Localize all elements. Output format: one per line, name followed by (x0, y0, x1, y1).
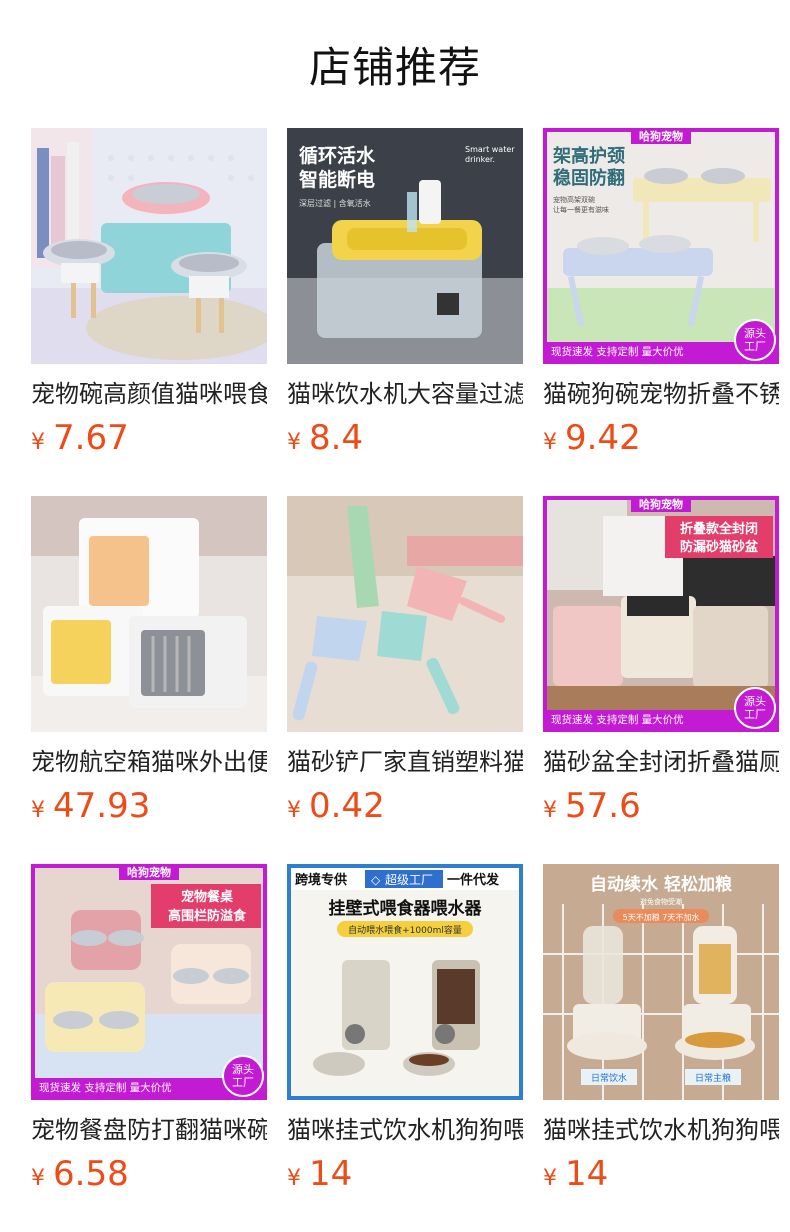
promo-english: drinker. (465, 155, 495, 164)
brand-tag: 哈狗宠物 (639, 129, 683, 143)
promo-pill: 5天不加粮 7天不加水 (623, 912, 700, 922)
product-name[interactable]: 猫咪饮水机大容量过滤器 (287, 378, 523, 410)
promo-text: 循环活水 (299, 144, 376, 167)
price-value: 6.58 (53, 1154, 129, 1194)
product-price: ¥14 (543, 1152, 779, 1202)
product-name[interactable]: 猫咪挂式饮水机狗狗喂食 (287, 1114, 523, 1146)
product-price: ¥7.67 (31, 416, 267, 466)
promo-subtext: 让每一餐更有滋味 (553, 205, 609, 214)
currency-symbol: ¥ (31, 430, 45, 455)
product-price: ¥6.58 (31, 1152, 267, 1202)
product-name[interactable]: 宠物餐盘防打翻猫咪碗架 (31, 1114, 267, 1146)
feature-label: 日常主粮 (695, 1072, 731, 1084)
page-title: 店铺推荐 (308, 43, 481, 92)
product-price: ¥14 (287, 1152, 523, 1202)
currency-symbol: ¥ (31, 798, 45, 823)
product-card[interactable]: 哈狗宠物 架高护颈 稳固防翻 宠物高架双碗 让每一餐更有滋味 现货速发 支持定制… (543, 128, 779, 466)
product-image[interactable] (31, 128, 267, 364)
promo-text: 高围栏防溢食 (168, 908, 247, 924)
promo-footer: 现货速发 支持定制 量大价优 (39, 1081, 172, 1094)
price-value: 9.42 (565, 418, 641, 458)
promo-subtext: 宠物高架双碗 (553, 195, 595, 204)
product-image[interactable]: 哈狗宠物 宠物餐桌 高围栏防溢食 现货速发 支持定制 量大价优 源头 工厂 (31, 864, 267, 1100)
promo-text: 稳固防翻 (553, 167, 625, 189)
promo-english: Smart water (465, 145, 515, 154)
product-name[interactable]: 宠物航空箱猫咪外出便携 (31, 746, 267, 778)
promo-text: 智能断电 (299, 168, 375, 191)
brand-tag: 哈狗宠物 (639, 497, 683, 511)
product-image[interactable] (31, 496, 267, 732)
product-card[interactable]: 猫砂铲厂家直销塑料猫砂 ¥0.42 (287, 496, 523, 834)
promo-headline: 挂壁式喂食器喂水器 (329, 898, 483, 919)
product-card[interactable]: 宠物航空箱猫咪外出便携 ¥47.93 (31, 496, 267, 834)
product-image[interactable]: 哈狗宠物 架高护颈 稳固防翻 宠物高架双碗 让每一餐更有滋味 现货速发 支持定制… (543, 128, 779, 364)
currency-symbol: ¥ (31, 1166, 45, 1191)
factory-badge: 工厂 (232, 1076, 254, 1089)
product-image[interactable]: 自动续水 轻松加粮 避免食物受潮 5天不加粮 7天不加水 日常饮水 日常主粮 (543, 864, 779, 1100)
currency-symbol: ¥ (543, 430, 557, 455)
price-value: 0.42 (309, 786, 385, 826)
promo-footer: 现货速发 支持定制 量大价优 (551, 345, 684, 358)
price-value: 14 (565, 1154, 609, 1194)
product-price: ¥47.93 (31, 784, 267, 834)
promo-tag: 超级工厂 (385, 872, 433, 887)
product-card[interactable]: 自动续水 轻松加粮 避免食物受潮 5天不加粮 7天不加水 日常饮水 日常主粮 猫… (543, 864, 779, 1202)
product-price: ¥8.4 (287, 416, 523, 466)
factory-badge: 源头 (744, 326, 766, 340)
brand-tag: 哈狗宠物 (127, 865, 171, 879)
promo-text: 防漏砂猫砂盆 (680, 539, 759, 555)
product-card[interactable]: 哈狗宠物 折叠款全封闭 防漏砂猫砂盆 现货速发 支持定制 量大价优 源头 工厂 … (543, 496, 779, 834)
promo-tag: 跨境专供 (295, 872, 347, 888)
product-price: ¥57.6 (543, 784, 779, 834)
product-name[interactable]: 猫碗狗碗宠物折叠不锈钢碗 (543, 378, 779, 410)
price-value: 57.6 (565, 786, 641, 826)
product-card[interactable]: 哈狗宠物 宠物餐桌 高围栏防溢食 现货速发 支持定制 量大价优 源头 工厂 宠物… (31, 864, 267, 1202)
promo-text: 折叠款全封闭 (680, 521, 758, 537)
factory-badge: 源头 (744, 694, 766, 708)
promo-tag: 一件代发 (447, 872, 500, 888)
product-image[interactable]: 循环活水 智能断电 深层过滤 | 含氧活水 Smart water drinke… (287, 128, 523, 364)
product-price: ¥0.42 (287, 784, 523, 834)
product-name[interactable]: 宠物碗高颜值猫咪喂食碗 (31, 378, 267, 410)
factory-badge: 工厂 (744, 708, 766, 721)
product-price: ¥9.42 (543, 416, 779, 466)
promo-text: 宠物餐桌 (181, 889, 234, 905)
promo-pill: 自动喂水喂食+1000ml容量 (348, 924, 462, 936)
currency-symbol: ¥ (543, 1166, 557, 1191)
currency-symbol: ¥ (287, 798, 301, 823)
price-value: 8.4 (309, 418, 364, 458)
factory-badge: 源头 (232, 1062, 254, 1076)
product-name[interactable]: 猫咪挂式饮水机狗狗喂食 (543, 1114, 779, 1146)
product-card[interactable]: 宠物碗高颜值猫咪喂食碗 ¥7.67 (31, 128, 267, 466)
product-name[interactable]: 猫砂盆全封闭折叠猫厕所 (543, 746, 779, 778)
promo-headline: 自动续水 轻松加粮 (590, 874, 732, 895)
factory-badge: 工厂 (744, 340, 766, 353)
diamond-icon: ◇ (371, 873, 381, 887)
product-card[interactable]: 循环活水 智能断电 深层过滤 | 含氧活水 Smart water drinke… (287, 128, 523, 466)
product-name[interactable]: 猫砂铲厂家直销塑料猫砂 (287, 746, 523, 778)
promo-subtext: 避免食物受潮 (640, 897, 682, 906)
price-value: 47.93 (53, 786, 151, 826)
product-card[interactable]: 跨境专供 ◇ 超级工厂 一件代发 挂壁式喂食器喂水器 自动喂水喂食+1000ml… (287, 864, 523, 1202)
price-value: 7.67 (53, 418, 129, 458)
promo-footer: 现货速发 支持定制 量大价优 (551, 713, 684, 726)
currency-symbol: ¥ (543, 798, 557, 823)
currency-symbol: ¥ (287, 430, 301, 455)
price-value: 14 (309, 1154, 353, 1194)
promo-subtext: 深层过滤 | 含氧活水 (299, 198, 371, 208)
product-image[interactable]: 跨境专供 ◇ 超级工厂 一件代发 挂壁式喂食器喂水器 自动喂水喂食+1000ml… (287, 864, 523, 1100)
product-image[interactable]: 哈狗宠物 折叠款全封闭 防漏砂猫砂盆 现货速发 支持定制 量大价优 源头 工厂 (543, 496, 779, 732)
currency-symbol: ¥ (287, 1166, 301, 1191)
promo-text: 架高护颈 (553, 145, 625, 167)
feature-label: 日常饮水 (591, 1072, 627, 1084)
product-image[interactable] (287, 496, 523, 732)
